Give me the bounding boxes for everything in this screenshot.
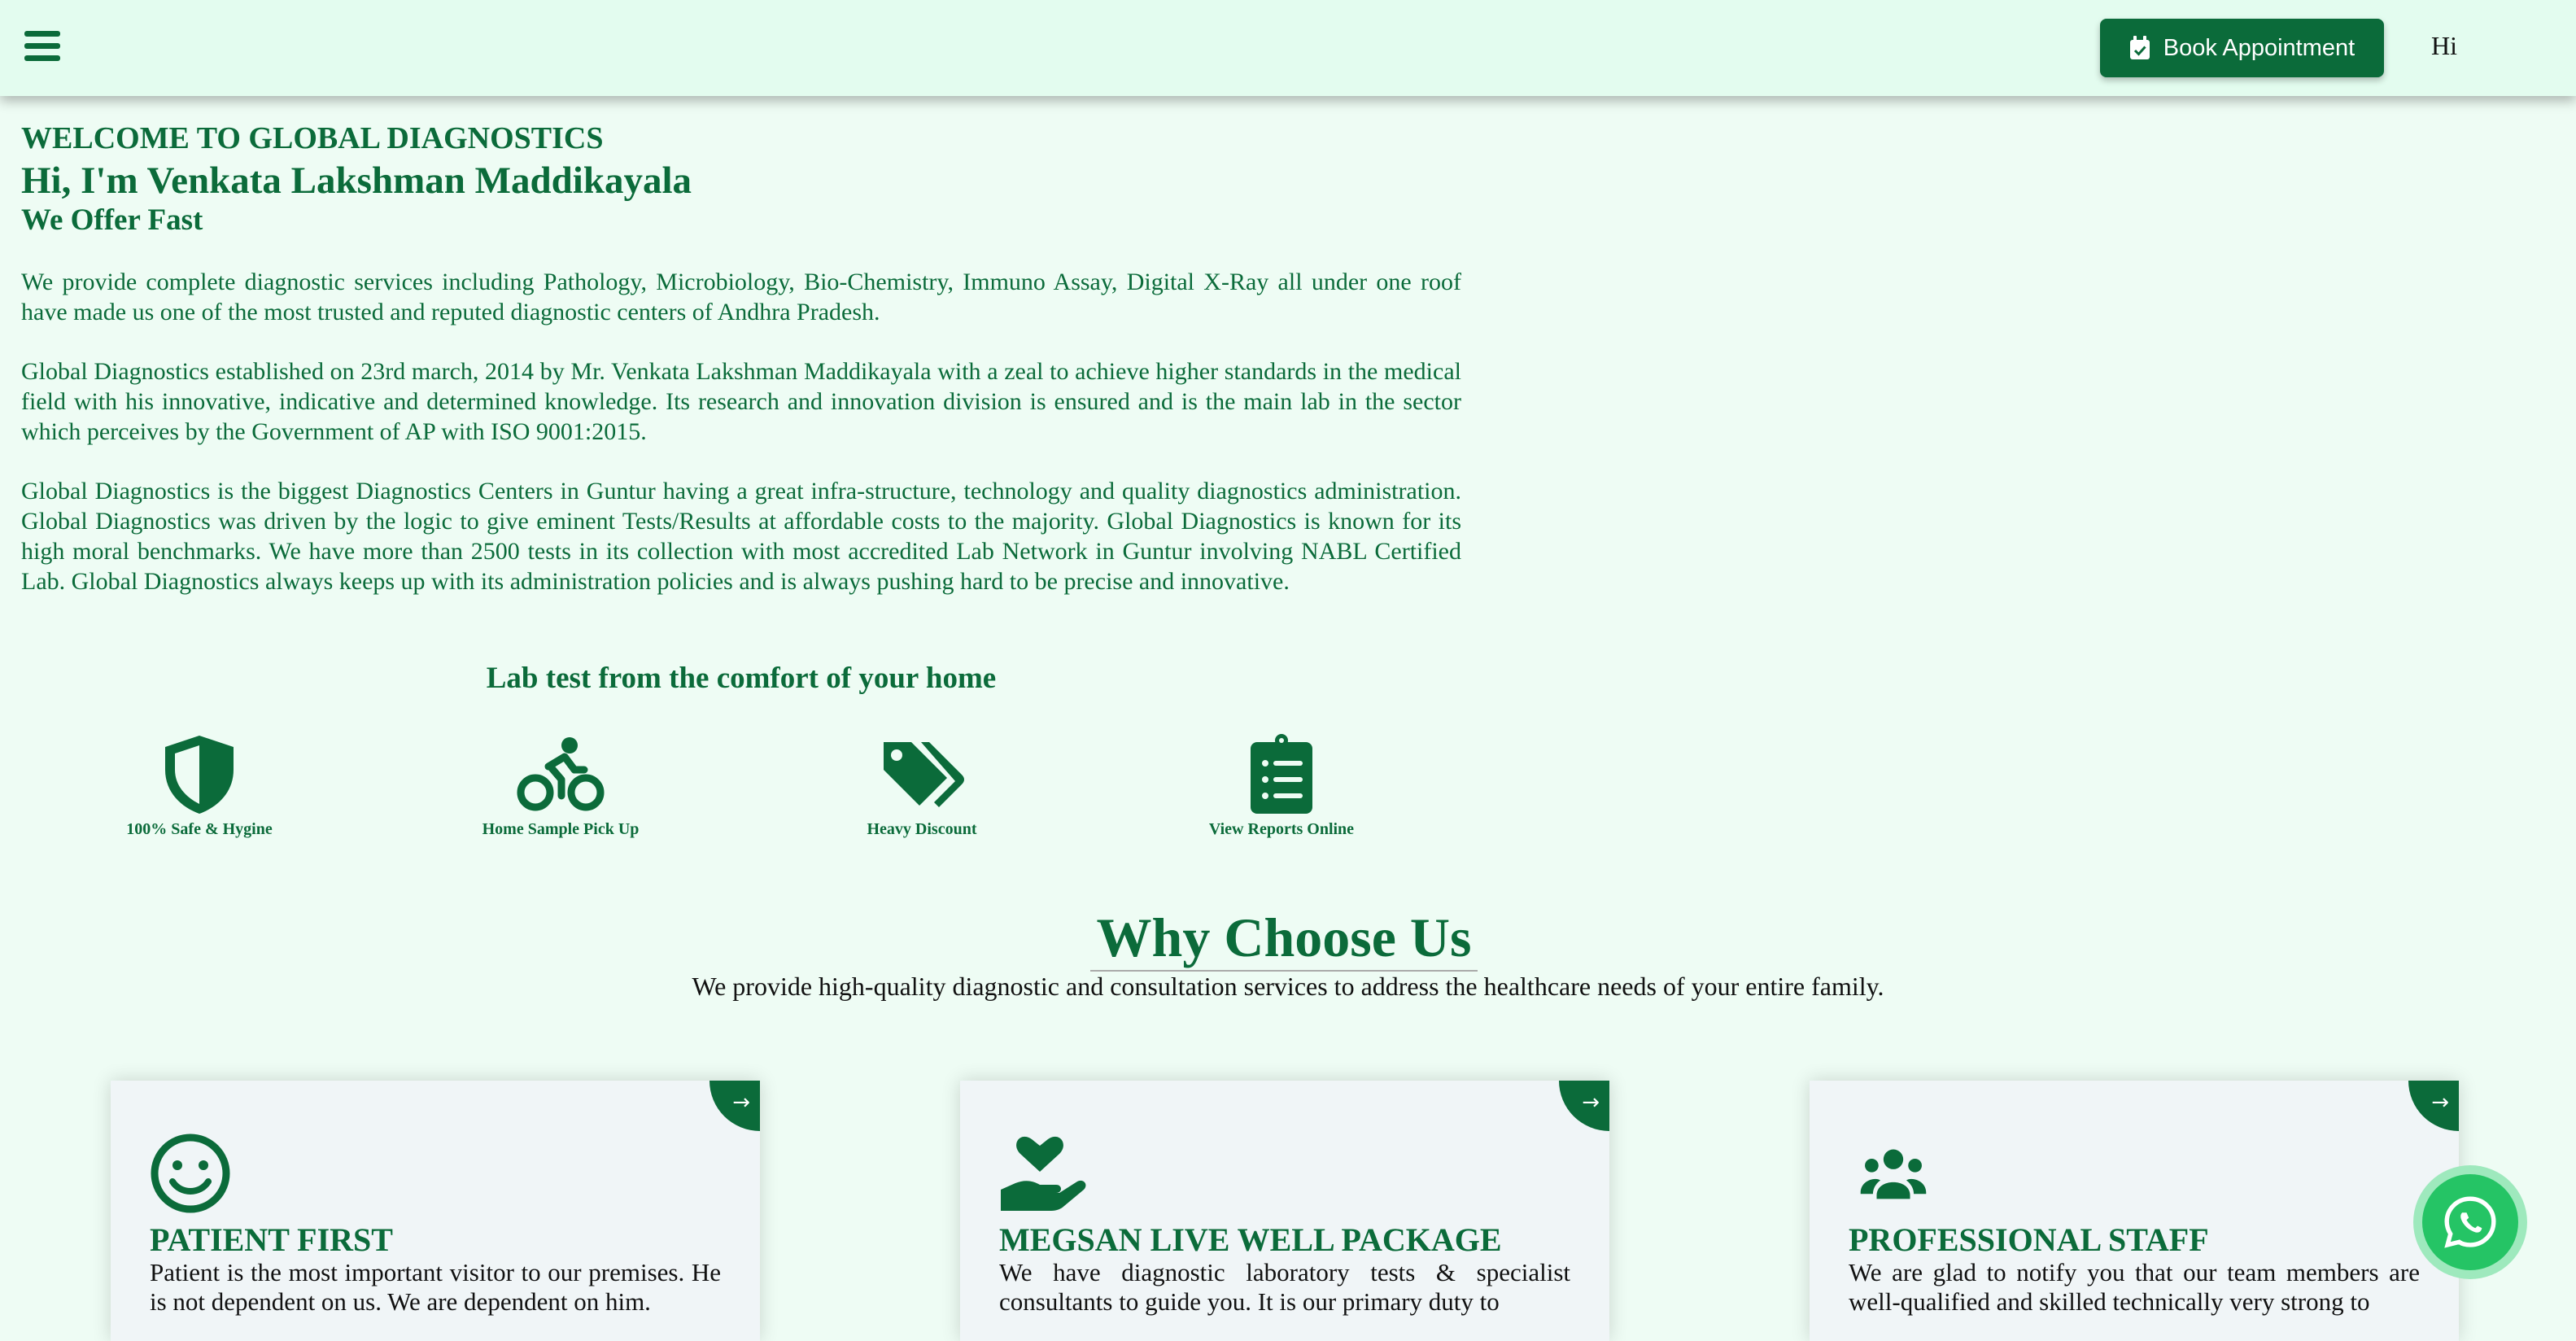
clipboard-list-icon — [1251, 734, 1312, 814]
lab-test-title: Lab test from the comfort of your home — [486, 662, 997, 695]
intro-paragraph-1: We provide complete diagnostic services … — [21, 268, 1461, 325]
intro-paragraph-3: Global Diagnostics is the biggest Diagno… — [21, 477, 1461, 595]
feature-label: View Reports Online — [1208, 820, 1355, 838]
card-arrow-button[interactable]: → — [709, 1081, 760, 1131]
hamburger-menu-icon[interactable] — [24, 31, 60, 63]
service-card-live-well-package[interactable]: → MEGSAN LIVE WELL PACKAGE We have diagn… — [960, 1081, 1609, 1341]
card-arrow-button[interactable]: → — [2408, 1081, 2459, 1131]
card-text: We are glad to notify you that our team … — [1849, 1258, 2420, 1316]
bicycle-rider-icon — [517, 737, 605, 811]
whatsapp-chat-button[interactable] — [2413, 1165, 2527, 1279]
feature-view-reports: View Reports Online — [1143, 734, 1420, 839]
why-choose-us-title: Why Choose Us — [1090, 905, 1478, 972]
users-group-icon — [1860, 1149, 1927, 1199]
whatsapp-icon — [2444, 1196, 2496, 1248]
feature-label: Heavy Discount — [867, 820, 977, 838]
smile-icon — [151, 1134, 230, 1213]
service-card-professional-staff[interactable]: → PROFESSIONAL STAFF We are glad to noti… — [1810, 1081, 2459, 1341]
card-text: We have diagnostic laboratory tests & sp… — [999, 1258, 1570, 1316]
feature-label: 100% Safe & Hygine — [126, 820, 273, 838]
intro-paragraph-2: Global Diagnostics established on 23rd m… — [21, 357, 1461, 445]
hero-name-heading: Hi, I'm Venkata Lakshman Maddikayala — [21, 159, 692, 202]
book-appointment-button[interactable]: Book Appointment — [2100, 19, 2384, 77]
user-greeting[interactable]: Hi — [2431, 31, 2457, 61]
card-title: PROFESSIONAL STAFF — [1849, 1221, 2209, 1258]
calendar-check-icon — [2129, 36, 2150, 59]
welcome-heading: WELCOME TO GLOBAL DIAGNOSTICS — [21, 121, 604, 155]
why-choose-us-subtitle: We provide high-quality diagnostic and c… — [692, 972, 1884, 1001]
card-title: MEGSAN LIVE WELL PACKAGE — [999, 1221, 1502, 1258]
top-navbar: Book Appointment Hi — [0, 0, 2576, 96]
card-title: PATIENT FIRST — [150, 1221, 393, 1258]
feature-heavy-discount: Heavy Discount — [784, 734, 1060, 839]
hero-section: WELCOME TO GLOBAL DIAGNOSTICS Hi, I'm Ve… — [21, 121, 1461, 596]
book-appointment-label: Book Appointment — [2163, 34, 2356, 61]
hand-holding-heart-icon — [1001, 1136, 1086, 1211]
feature-label: Home Sample Pick Up — [482, 820, 640, 838]
card-arrow-button[interactable]: → — [1559, 1081, 1609, 1131]
offer-heading: We Offer Fast — [21, 203, 203, 238]
feature-safe-hygiene: 100% Safe & Hygine — [61, 734, 338, 839]
card-text: Patient is the most important visitor to… — [150, 1258, 721, 1316]
price-tags-icon — [884, 742, 964, 807]
shield-icon — [165, 736, 234, 814]
service-card-patient-first[interactable]: → PATIENT FIRST Patient is the most impo… — [111, 1081, 760, 1341]
feature-home-pickup: Home Sample Pick Up — [422, 734, 699, 839]
